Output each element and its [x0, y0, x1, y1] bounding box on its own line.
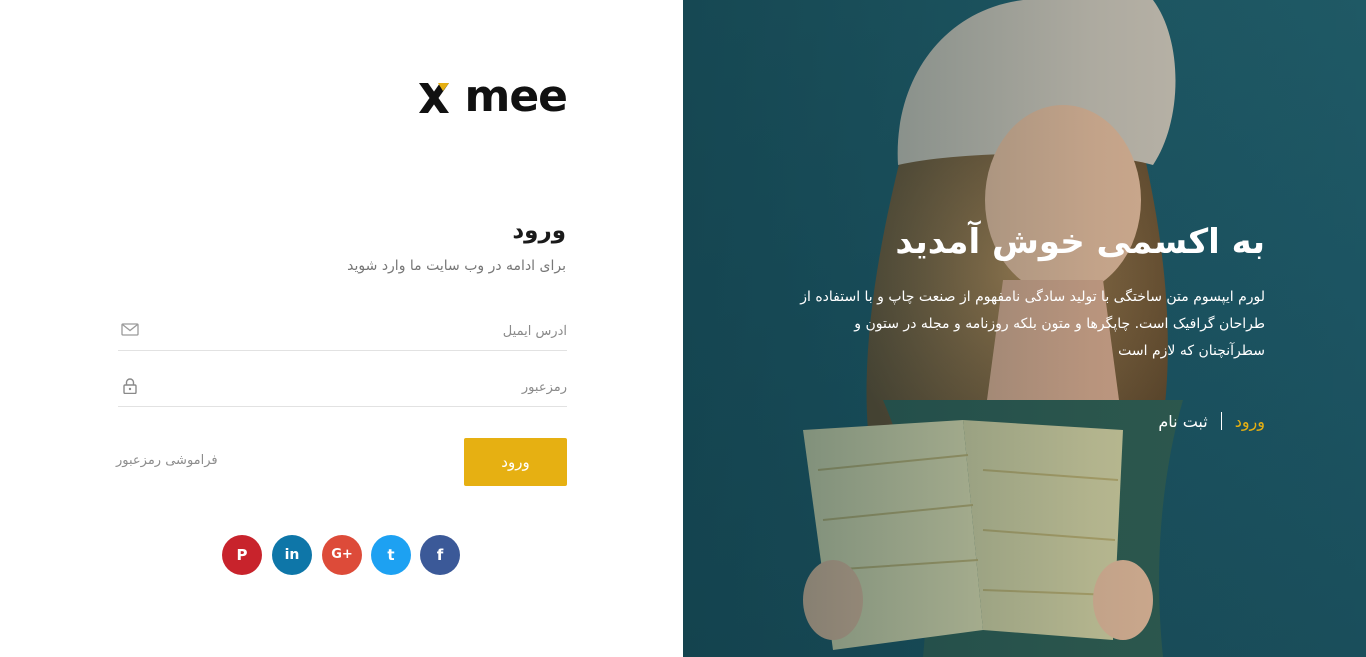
link-divider	[1220, 412, 1222, 430]
lock-icon	[123, 378, 137, 394]
twitter-icon[interactable]: t	[371, 535, 411, 575]
password-input[interactable]	[148, 375, 567, 399]
hero-links: ورود ثبت نام	[1158, 412, 1265, 431]
social-buttons: P in G+ t f	[222, 535, 462, 577]
login-button[interactable]: ورود	[464, 438, 567, 486]
google-plus-icon[interactable]: G+	[322, 535, 362, 575]
logo[interactable]: mee	[419, 74, 569, 120]
password-field	[118, 367, 567, 407]
linkedin-icon[interactable]: in	[272, 535, 312, 575]
facebook-icon[interactable]: f	[420, 535, 460, 575]
form-subtitle: برای ادامه در وب سایت ما وارد شوید	[347, 258, 566, 274]
hero-panel: به اکسمی خوش آمدید لورم ایپسوم متن ساختگ…	[683, 0, 1366, 657]
form-title: ورود	[512, 218, 566, 244]
login-panel: mee ورود برای ادامه در وب سایت ما وارد ش…	[0, 0, 683, 657]
forgot-password-link[interactable]: فراموشی رمزعبور	[116, 453, 218, 468]
hero-register-link[interactable]: ثبت نام	[1158, 412, 1207, 431]
hero-title: به اکسمی خوش آمدید	[895, 222, 1265, 262]
logo-x-mark	[419, 83, 449, 113]
email-input[interactable]	[148, 319, 567, 343]
envelope-icon	[121, 323, 139, 336]
logo-text: mee	[464, 71, 568, 122]
hero-description: لورم ایپسوم متن ساختگی با تولید سادگی نا…	[800, 289, 1265, 359]
pinterest-icon[interactable]: P	[222, 535, 262, 575]
hero-login-link[interactable]: ورود	[1235, 412, 1265, 431]
email-field	[118, 311, 567, 351]
